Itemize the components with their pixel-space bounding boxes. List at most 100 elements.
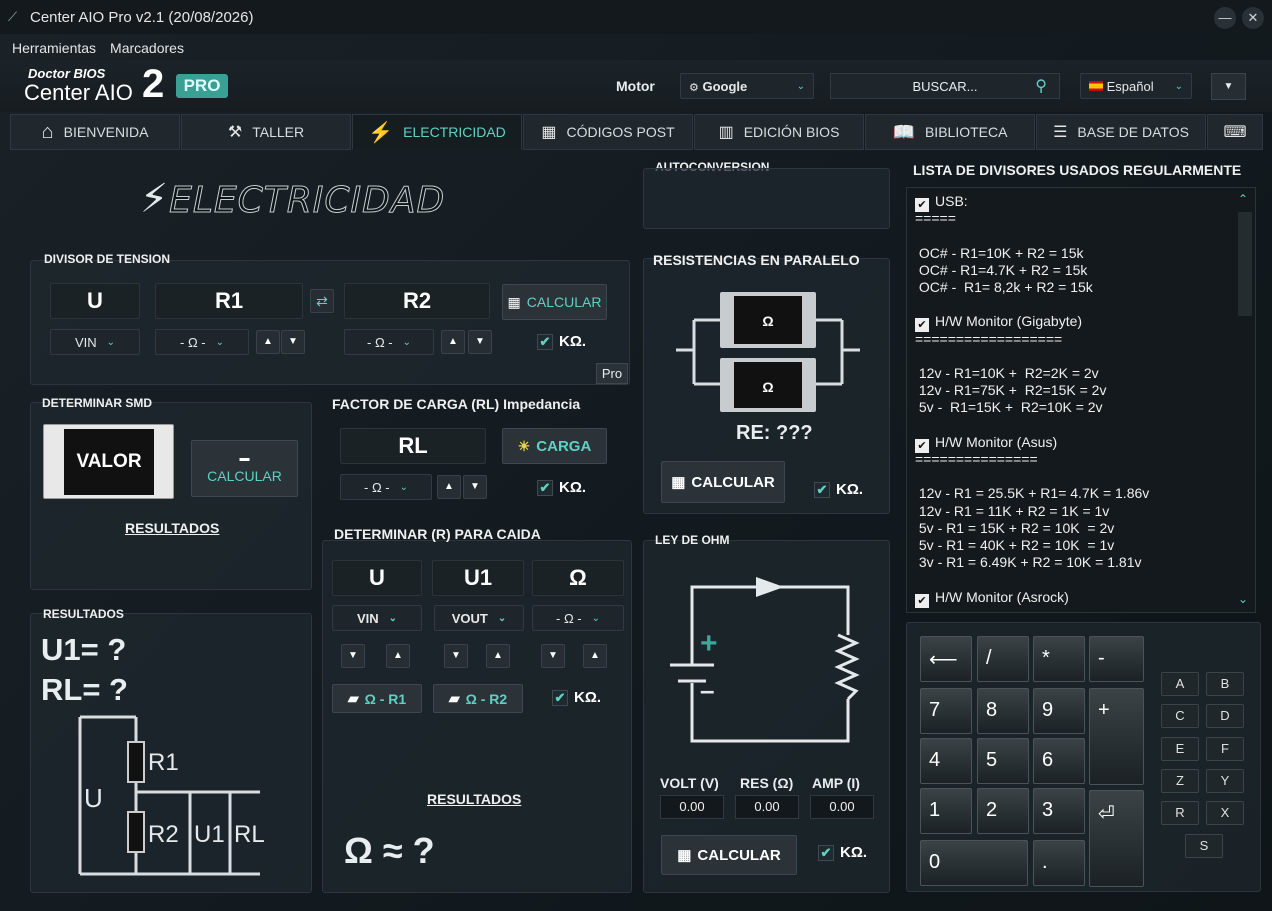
rl-field[interactable]: RL	[340, 428, 486, 464]
keypad-key[interactable]: 1	[920, 788, 972, 834]
keypad-key[interactable]: *	[1033, 636, 1085, 682]
hex-key[interactable]: S	[1185, 834, 1223, 858]
carga-kohm-checkbox[interactable]: ✔ KΩ.	[537, 479, 586, 496]
close-button[interactable]: ✕	[1242, 7, 1264, 29]
keypad-key[interactable]: ⟵	[920, 636, 972, 682]
caida-u1-field[interactable]: U1	[432, 560, 524, 596]
tab-taller[interactable]: ⚒ TALLER	[181, 114, 351, 150]
omega-r1-button[interactable]: ▰ Ω - R1	[332, 684, 422, 713]
keypad-key[interactable]: /	[977, 636, 1029, 682]
r1-unit-select[interactable]: - Ω - ⌄	[155, 329, 249, 355]
tab-biblioteca[interactable]: 📖 BIBLIOTECA	[865, 114, 1035, 150]
caida-vin-select[interactable]: VIN ⌄	[332, 605, 422, 631]
hex-key[interactable]: Z	[1161, 769, 1199, 793]
tab-edicion-bios[interactable]: ▥ EDICIÓN BIOS	[694, 114, 864, 150]
keypad-key[interactable]: 0	[920, 840, 1028, 886]
r2-field[interactable]: R2	[344, 283, 490, 319]
keypad-key[interactable]: 8	[977, 688, 1029, 734]
paralelo-calculate-button[interactable]: ▦ CALCULAR	[661, 461, 785, 503]
caida-unit-select[interactable]: - Ω - ⌄	[532, 605, 624, 631]
language-select[interactable]: Español ⌄	[1080, 73, 1192, 99]
scroll-up-icon[interactable]: ⌃	[1238, 192, 1248, 206]
caida-r-down-button[interactable]: ▼	[541, 644, 565, 668]
vin-select[interactable]: VIN ⌄	[50, 329, 140, 355]
keypad-key[interactable]: ⏎	[1089, 790, 1144, 887]
hex-key[interactable]: R	[1161, 801, 1199, 825]
minimize-button[interactable]: —	[1214, 7, 1236, 29]
menu-herramientas[interactable]: Herramientas	[12, 40, 96, 56]
u-field[interactable]: U	[50, 283, 140, 319]
ohm-kohm-checkbox[interactable]: ✔ KΩ.	[818, 844, 867, 861]
tab-codigos-post[interactable]: ▦ CÓDIGOS POST	[523, 114, 693, 150]
paralelo-kohm-checkbox[interactable]: ✔ KΩ.	[814, 481, 863, 498]
scroll-down-icon[interactable]: ⌄	[1238, 592, 1248, 606]
hex-key[interactable]: D	[1206, 704, 1244, 728]
keypad-key[interactable]: 2	[977, 788, 1029, 834]
keypad-key[interactable]: 9	[1033, 688, 1085, 734]
rl-unit-select[interactable]: - Ω - ⌄	[340, 474, 432, 500]
divisor-group-header[interactable]: ✔ USB:	[915, 193, 968, 212]
hex-key[interactable]: C	[1161, 704, 1199, 728]
r2-up-button[interactable]: ▲	[441, 330, 465, 354]
caida-r-up-button[interactable]: ▲	[583, 644, 607, 668]
r1-down-button[interactable]: ▼	[281, 330, 305, 354]
keypad-key[interactable]: 3	[1033, 788, 1085, 834]
res-input[interactable]: 0.00	[735, 795, 799, 819]
check-icon: ✔	[537, 333, 553, 350]
hex-key[interactable]: E	[1161, 737, 1199, 761]
caida-u-field[interactable]: U	[332, 560, 422, 596]
amp-input[interactable]: 0.00	[810, 795, 874, 819]
r2-down-button[interactable]: ▼	[468, 330, 492, 354]
r2-unit-select[interactable]: - Ω - ⌄	[344, 329, 434, 355]
r1-field[interactable]: R1	[155, 283, 303, 319]
keypad-key[interactable]: 7	[920, 688, 972, 734]
hex-key[interactable]: B	[1206, 672, 1244, 696]
carga-button[interactable]: ☀ CARGA	[502, 428, 607, 464]
divisor-line: OC# - R1=4.7K + R2 = 15k	[915, 262, 1088, 278]
pro-button[interactable]: Pro	[596, 363, 628, 384]
rl-down-button[interactable]: ▼	[463, 475, 487, 499]
caida-u-down-button[interactable]: ▼	[341, 644, 365, 668]
hex-key[interactable]: A	[1161, 672, 1199, 696]
divisor-group-header[interactable]: ✔ H/W Monitor (Asrock)	[915, 589, 1069, 608]
tab-bienvenida[interactable]: ⌂ BIENVENIDA	[10, 114, 180, 150]
menu-marcadores[interactable]: Marcadores	[110, 40, 184, 56]
keypad-key[interactable]: -	[1089, 636, 1144, 682]
swap-icon[interactable]: ⇄	[310, 289, 334, 313]
caida-ohm-field[interactable]: Ω	[532, 560, 624, 596]
caida-u1-down-button[interactable]: ▼	[444, 644, 468, 668]
hex-key[interactable]: X	[1206, 801, 1244, 825]
caida-u-up-button[interactable]: ▲	[386, 644, 410, 668]
hex-key[interactable]: F	[1206, 737, 1244, 761]
keypad-key[interactable]: 5	[977, 738, 1029, 784]
keypad-key[interactable]: +	[1089, 688, 1144, 785]
smd-calculate-button[interactable]: ▬ CALCULAR	[191, 440, 298, 497]
search-input[interactable]: BUSCAR... ⚲	[830, 73, 1060, 99]
list-scrollbar[interactable]	[1238, 212, 1252, 316]
smd-results-link[interactable]: RESULTADOS	[125, 520, 219, 536]
volt-input[interactable]: 0.00	[660, 795, 724, 819]
divisor-kohm-checkbox[interactable]: ✔ KΩ.	[537, 333, 586, 350]
tab-base-de-datos[interactable]: ☰ BASE DE DATOS	[1036, 114, 1206, 150]
omega-r2-button[interactable]: ▰ Ω - R2	[433, 684, 523, 713]
hex-key[interactable]: Y	[1206, 769, 1244, 793]
keypad-key[interactable]: 6	[1033, 738, 1085, 784]
caida-u1-up-button[interactable]: ▲	[486, 644, 510, 668]
divisor-group-header[interactable]: ✔ H/W Monitor (Gigabyte)	[915, 313, 1082, 333]
caida-vout-select[interactable]: VOUT ⌄	[434, 605, 524, 631]
divisor-group-header[interactable]: ✔ H/W Monitor (Asus)	[915, 434, 1057, 453]
tab-electricidad[interactable]: ⚡ ELECTRICIDAD	[352, 114, 522, 150]
r1-up-button[interactable]: ▲	[256, 330, 280, 354]
search-icon[interactable]: ⚲	[1035, 76, 1047, 96]
keypad-key[interactable]: 4	[920, 738, 972, 784]
ohm-calculate-button[interactable]: ▦ CALCULAR	[661, 835, 797, 875]
rl-up-button[interactable]: ▲	[437, 475, 461, 499]
caida-kohm-checkbox[interactable]: ✔ KΩ.	[552, 689, 601, 706]
divisores-list[interactable]: ✔ USB: ===== OC# - R1=10K + R2 = 15k OC# -…	[906, 187, 1256, 613]
keypad-key[interactable]: .	[1033, 840, 1085, 886]
dropdown-menu-button[interactable]: ▼	[1211, 73, 1246, 100]
caida-results-link[interactable]: RESULTADOS	[427, 791, 521, 807]
engine-select[interactable]: ⚙ Google ⌄	[680, 73, 814, 99]
keyboard-button[interactable]: ⌨	[1207, 114, 1263, 150]
divisor-calculate-button[interactable]: ▦ CALCULAR	[502, 284, 607, 320]
